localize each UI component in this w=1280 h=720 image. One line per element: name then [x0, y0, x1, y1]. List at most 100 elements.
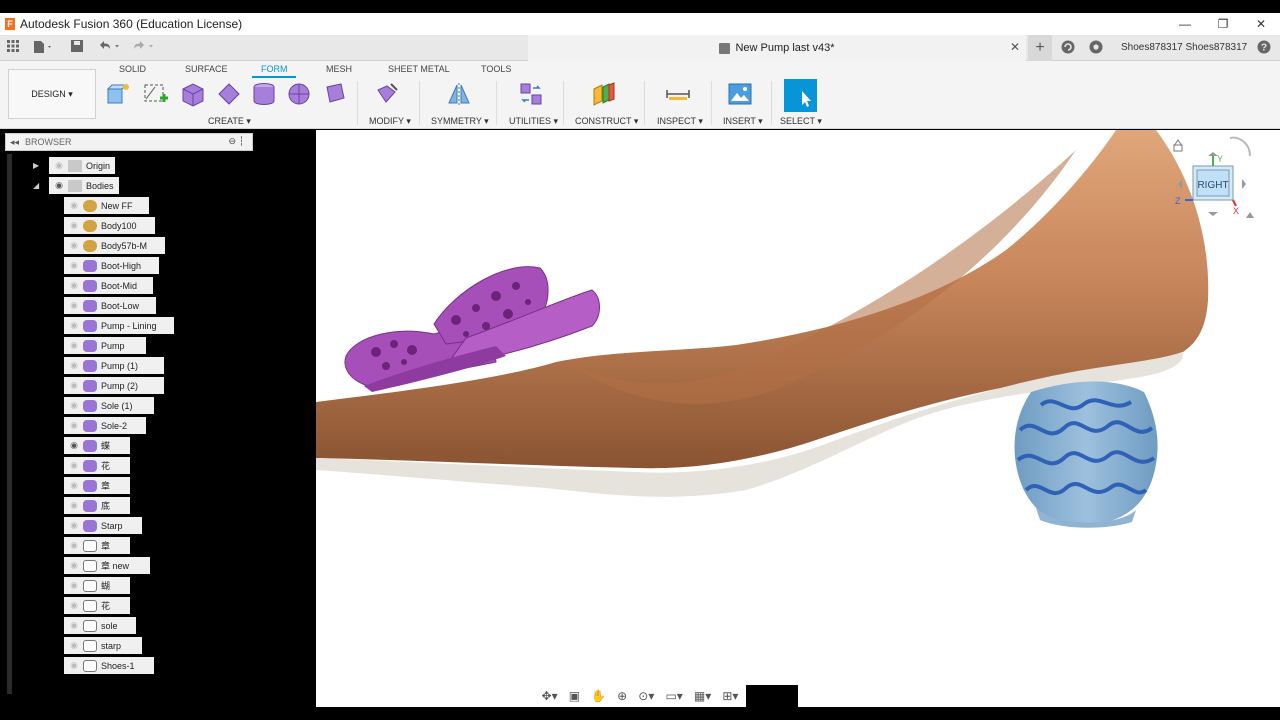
- grid-settings-icon[interactable]: ▦▾: [694, 689, 711, 703]
- user-account-name[interactable]: Shoes878317 Shoes878317: [1121, 42, 1247, 53]
- browser-body-item[interactable]: ◉ Body100: [64, 217, 155, 234]
- visibility-toggle-icon[interactable]: ◉: [67, 360, 81, 371]
- collapse-bodies-icon[interactable]: ◢: [33, 181, 39, 190]
- browser-body-item[interactable]: ◉ sole: [64, 617, 136, 634]
- browser-options-icon[interactable]: ⊖ ┆: [229, 136, 244, 147]
- create-sketch-icon[interactable]: [143, 81, 169, 107]
- tab-sheet-metal[interactable]: SHEET METAL: [388, 64, 450, 74]
- visibility-toggle-icon[interactable]: ◉: [52, 160, 66, 171]
- browser-body-item[interactable]: ◉ Boot-Low: [64, 297, 156, 314]
- create-menu[interactable]: CREATE ▾: [208, 116, 251, 127]
- insert-menu[interactable]: INSERT ▾: [723, 116, 763, 127]
- visibility-toggle-icon[interactable]: ◉: [67, 400, 81, 411]
- modify-icon[interactable]: [375, 81, 401, 107]
- tab-solid[interactable]: SOLID: [119, 64, 146, 74]
- job-status-icon[interactable]: [1061, 40, 1075, 58]
- visibility-toggle-icon[interactable]: ◉: [67, 320, 81, 331]
- plane-icon[interactable]: [216, 81, 242, 107]
- browser-body-item[interactable]: ◉ Starp: [64, 517, 142, 534]
- visibility-toggle-icon[interactable]: ◉: [67, 200, 81, 211]
- visibility-toggle-icon[interactable]: ◉: [67, 340, 81, 351]
- visibility-toggle-icon[interactable]: ◉: [67, 300, 81, 311]
- minimize-button[interactable]: —: [1166, 13, 1204, 35]
- display-settings-icon[interactable]: ▭▾: [665, 689, 682, 703]
- tab-surface[interactable]: SURFACE: [185, 64, 228, 74]
- select-menu[interactable]: SELECT ▾: [780, 116, 822, 127]
- visibility-toggle-icon[interactable]: ◉: [67, 420, 81, 431]
- construct-icon[interactable]: [591, 81, 617, 107]
- face-icon[interactable]: [322, 81, 348, 107]
- view-right-arrow-icon[interactable]: [1242, 179, 1246, 189]
- viewcube-menu-icon[interactable]: [1246, 212, 1254, 218]
- browser-folder-origin[interactable]: ◉ Origin: [49, 157, 116, 174]
- document-tab[interactable]: New Pump last v43* ✕: [528, 35, 1026, 61]
- create-form-icon[interactable]: [106, 81, 132, 107]
- insert-image-icon[interactable]: [727, 81, 753, 107]
- undo-icon[interactable]: [98, 40, 122, 56]
- browser-body-item[interactable]: ◉ Pump: [64, 337, 146, 354]
- 3d-viewport[interactable]: RIGHT Y Z X ✥▾ ▣ ✋ ⊕ ⊙▾ ▭▾ ▦▾ ⊞▾: [316, 130, 1280, 707]
- utilities-menu[interactable]: UTILITIES ▾: [509, 116, 558, 127]
- tab-mesh[interactable]: MESH: [326, 64, 352, 74]
- look-at-icon[interactable]: ▣: [569, 689, 580, 703]
- symmetry-icon[interactable]: [446, 81, 472, 107]
- browser-body-item[interactable]: ◉ New FF: [64, 197, 149, 214]
- viewcube[interactable]: RIGHT Y Z X: [1170, 134, 1256, 224]
- visibility-toggle-icon[interactable]: ◉: [67, 460, 81, 471]
- browser-body-item[interactable]: ◉ starp: [64, 637, 142, 654]
- select-icon[interactable]: [784, 79, 817, 112]
- app-grid-icon[interactable]: [7, 40, 19, 56]
- visibility-toggle-icon[interactable]: ◉: [67, 280, 81, 291]
- view-down-arrow-icon[interactable]: [1208, 212, 1218, 216]
- browser-body-item[interactable]: ◉ Shoes-1: [64, 657, 154, 674]
- browser-body-item[interactable]: ◉ 底: [64, 497, 130, 514]
- orbit-arrow-icon[interactable]: [1229, 136, 1251, 157]
- inspect-menu[interactable]: INSPECT ▾: [657, 116, 703, 127]
- visibility-toggle-icon[interactable]: ◉: [67, 640, 81, 651]
- browser-body-item[interactable]: ◉ 蝴: [64, 577, 130, 594]
- box-icon[interactable]: [180, 81, 206, 107]
- close-window-button[interactable]: ✕: [1242, 13, 1280, 35]
- browser-body-item[interactable]: ◉ Pump (2): [64, 377, 164, 394]
- workspace-switcher[interactable]: DESIGN ▾: [8, 69, 96, 119]
- modify-menu[interactable]: MODIFY ▾: [369, 116, 411, 127]
- visibility-toggle-icon[interactable]: ◉: [67, 520, 81, 531]
- symmetry-menu[interactable]: SYMMETRY ▾: [431, 116, 489, 127]
- file-menu-icon[interactable]: [33, 40, 53, 58]
- visibility-toggle-icon[interactable]: ◉: [67, 580, 81, 591]
- browser-body-item[interactable]: ◉ 蝶: [64, 437, 130, 454]
- browser-body-item[interactable]: ◉ Sole-2: [64, 417, 146, 434]
- model-canvas[interactable]: [316, 130, 1280, 707]
- visibility-toggle-icon[interactable]: ◉: [67, 380, 81, 391]
- browser-body-item[interactable]: ◉ 花: [64, 597, 130, 614]
- visibility-toggle-icon[interactable]: ◉: [67, 260, 81, 271]
- visibility-toggle-icon[interactable]: ◉: [67, 440, 81, 451]
- tab-tools[interactable]: TOOLS: [481, 64, 511, 74]
- zoom-icon[interactable]: ⊕: [617, 689, 627, 703]
- browser-body-item[interactable]: ◉ Pump - Lining: [64, 317, 174, 334]
- visibility-toggle-icon[interactable]: ◉: [67, 660, 81, 671]
- orbit-icon[interactable]: ✥▾: [542, 689, 558, 703]
- measure-icon[interactable]: [665, 81, 691, 107]
- close-tab-icon[interactable]: ✕: [1010, 40, 1020, 54]
- browser-body-item[interactable]: ◉ Body57b-M: [64, 237, 165, 254]
- browser-body-item[interactable]: ◉ 章: [64, 537, 130, 554]
- browser-body-item[interactable]: ◉ Boot-High: [64, 257, 159, 274]
- restore-button[interactable]: ❐: [1204, 13, 1242, 35]
- visibility-toggle-icon[interactable]: ◉: [67, 240, 81, 251]
- browser-body-item[interactable]: ◉ Pump (1): [64, 357, 164, 374]
- browser-body-item[interactable]: ◉ Sole (1): [64, 397, 154, 414]
- browser-body-item[interactable]: ◉ 章: [64, 477, 130, 494]
- fit-icon[interactable]: ⊙▾: [638, 689, 654, 703]
- viewports-icon[interactable]: ⊞▾: [722, 689, 738, 703]
- sphere-icon[interactable]: [286, 81, 312, 107]
- visibility-toggle-icon[interactable]: ◉: [52, 180, 66, 191]
- collapse-browser-icon[interactable]: ◂◂: [10, 137, 19, 148]
- browser-body-item[interactable]: ◉ Boot-Mid: [64, 277, 153, 294]
- new-tab-button[interactable]: +: [1028, 35, 1052, 61]
- view-left-arrow-icon[interactable]: [1178, 179, 1182, 189]
- visibility-toggle-icon[interactable]: ◉: [67, 620, 81, 631]
- browser-body-item[interactable]: ◉ 花: [64, 457, 130, 474]
- browser-body-item[interactable]: ◉ 章 new: [64, 557, 150, 574]
- notifications-icon[interactable]: [1089, 40, 1103, 58]
